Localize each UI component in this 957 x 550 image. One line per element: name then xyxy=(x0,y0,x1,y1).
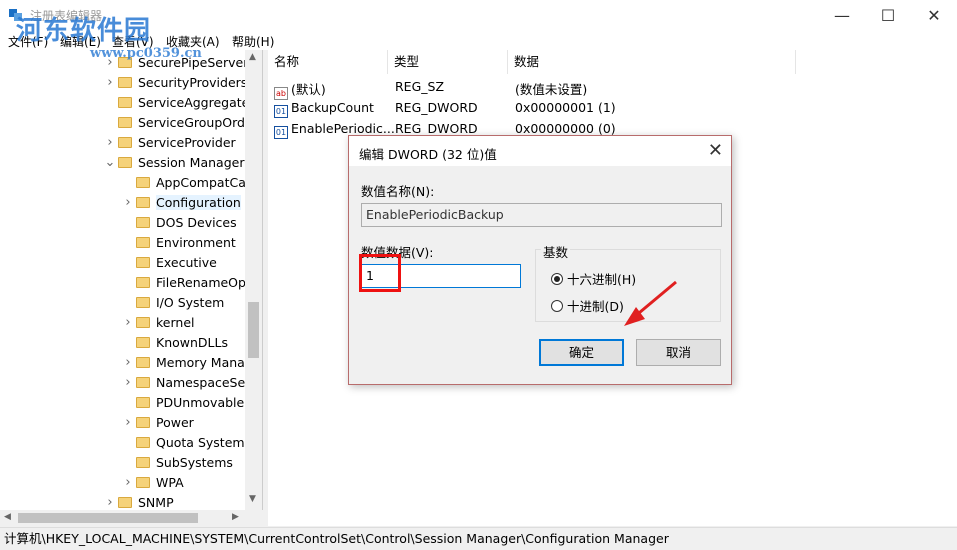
watermark-logo: 河东软件园 xyxy=(16,16,152,46)
annotation-arrow xyxy=(624,280,677,326)
watermark-url: www.pc0359.cn xyxy=(90,46,202,61)
